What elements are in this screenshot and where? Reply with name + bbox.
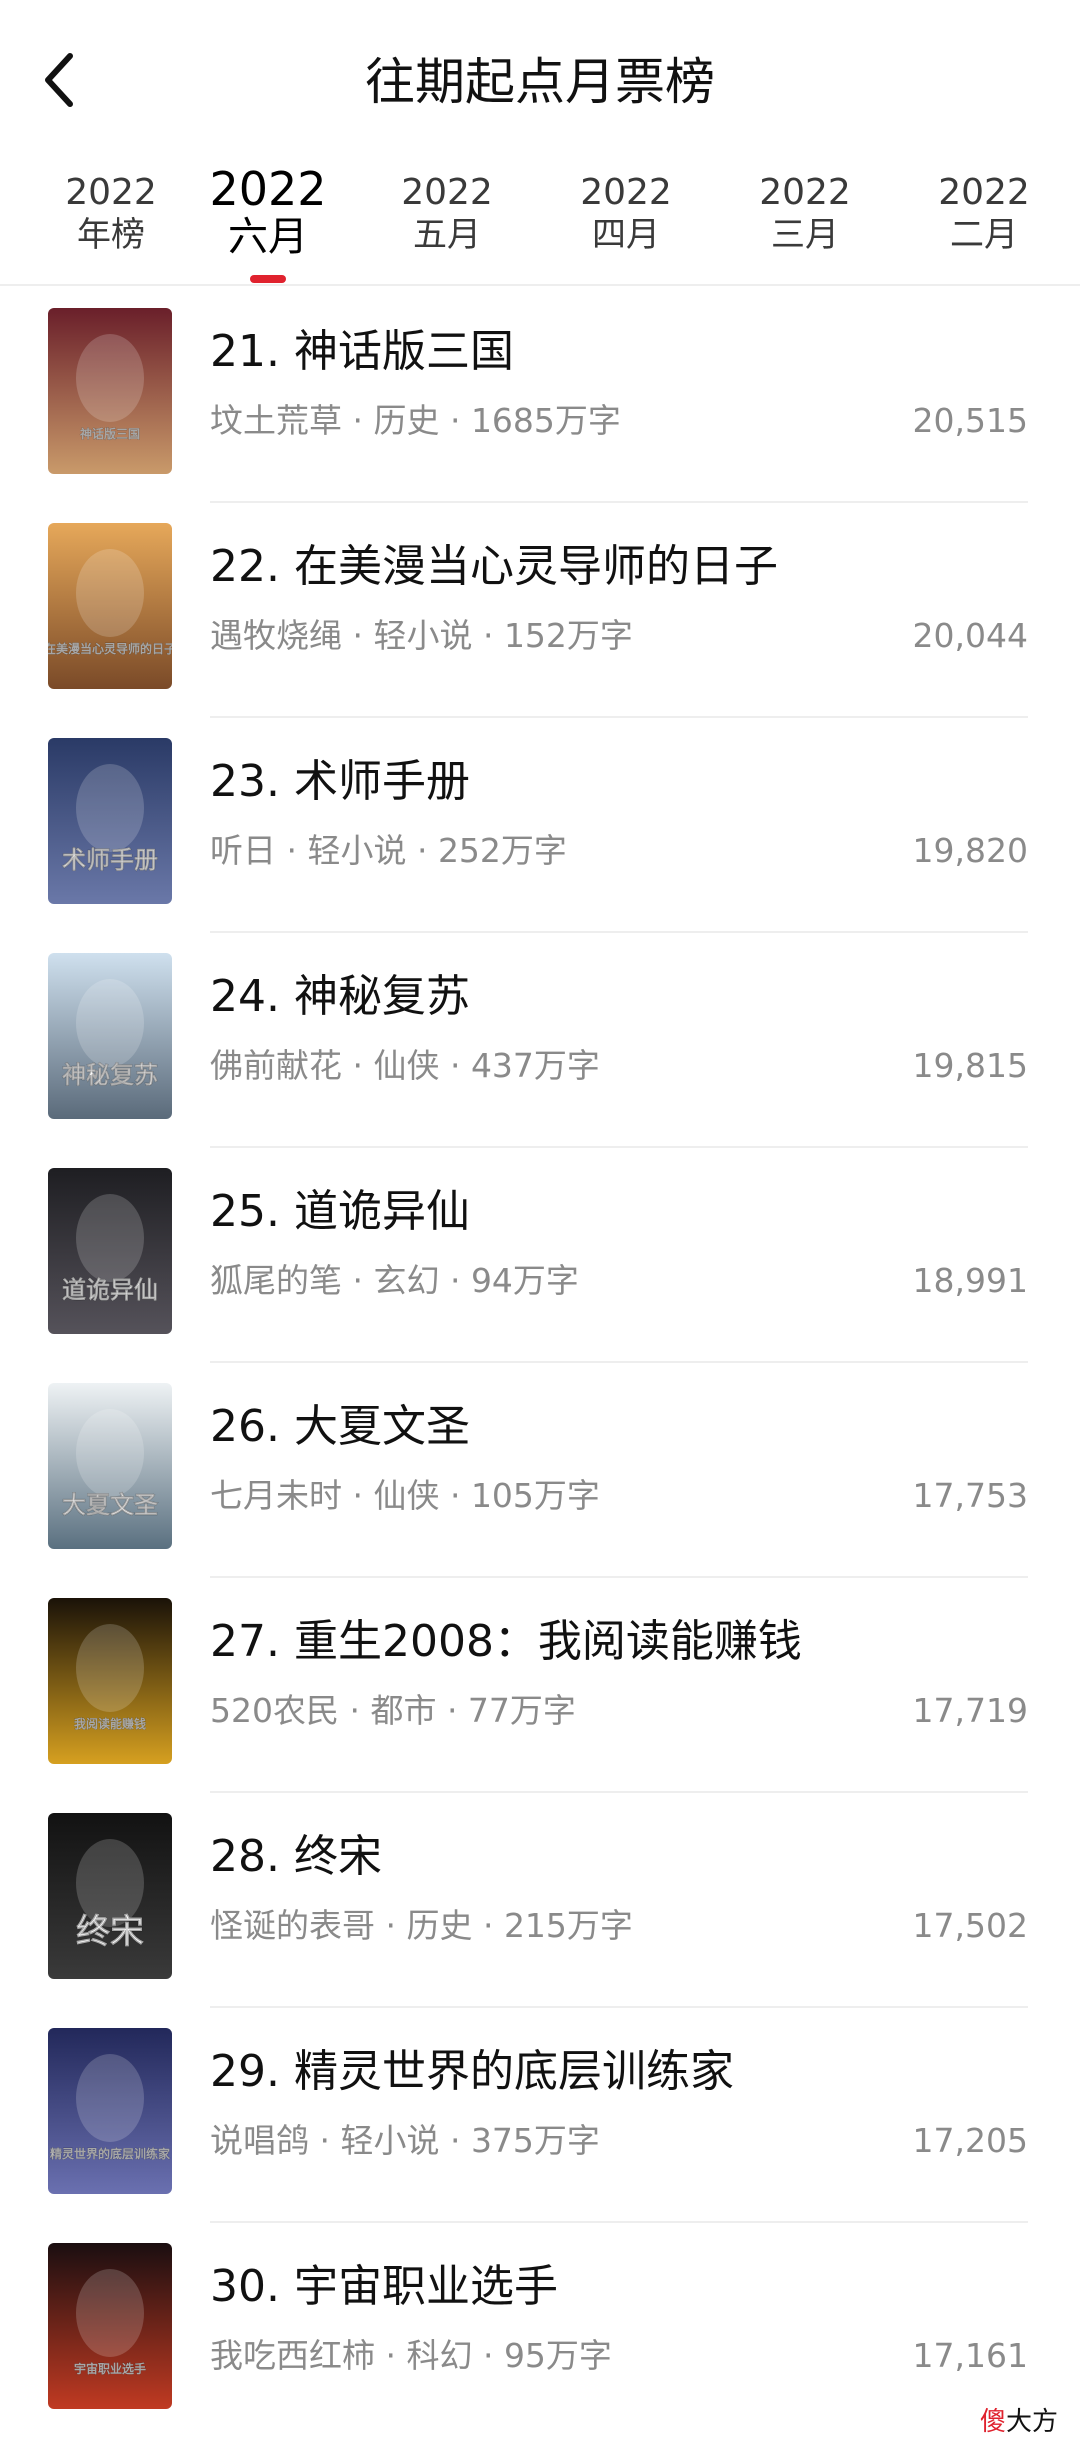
watermark-text: 大方 — [1005, 2407, 1058, 2437]
tab-2022-june[interactable]: 2022 六月 — [193, 150, 343, 286]
tab-month-label: 六月 — [228, 214, 308, 260]
book-row[interactable]: 道诡异仙 25. 道诡异仙狐尾的笔 · 玄幻 · 94万字 18,991 — [0, 1148, 1080, 1363]
cover-figure — [76, 2269, 144, 2357]
tab-year-label: 2022 — [938, 172, 1030, 213]
tab-month-label: 年榜 — [77, 215, 145, 255]
cover-figure — [76, 2054, 144, 2142]
cover-figure — [76, 1194, 144, 1282]
book-cover[interactable]: 在美漫当心灵导师的日子 — [48, 523, 172, 689]
book-meta: 佛前献花 · 仙侠 · 437万字 — [210, 1046, 600, 1085]
cover-figure — [76, 764, 144, 852]
book-title: 30. 宇宙职业选手 — [210, 2261, 558, 2312]
monthly-ticket-count: 20,515 — [912, 401, 1028, 440]
tab-2022-may[interactable]: 2022 五月 — [372, 150, 522, 286]
watermark-red-text: 傻 — [979, 2407, 1006, 2437]
book-row[interactable]: 终宋 28. 终宋怪诞的表哥 · 历史 · 215万字 17,502 — [0, 1793, 1080, 2008]
book-meta: 坟土荒草 · 历史 · 1685万字 — [210, 401, 621, 440]
book-cover[interactable]: 神话版三国 — [48, 308, 172, 474]
book-title: 29. 精灵世界的底层训练家 — [210, 2046, 734, 2097]
book-cover[interactable]: 我阅读能赚钱 — [48, 1598, 172, 1764]
cover-figure — [76, 334, 144, 422]
book-row[interactable]: 宇宙职业选手 30. 宇宙职业选手我吃西红柿 · 科幻 · 95万字 17,161 — [0, 2223, 1080, 2438]
book-title: 21. 神话版三国 — [210, 326, 514, 377]
book-title: 27. 重生2008：我阅读能赚钱 — [210, 1616, 802, 1667]
tab-year-label: 2022 — [401, 172, 493, 213]
monthly-ticket-count: 17,719 — [912, 1691, 1028, 1730]
tab-year-label: 2022 — [65, 172, 157, 213]
book-row[interactable]: 神话版三国 21. 神话版三国坟土荒草 · 历史 · 1685万字 20,515 — [0, 288, 1080, 503]
monthly-ticket-count: 17,753 — [912, 1476, 1028, 1515]
book-cover[interactable]: 神秘复苏 — [48, 953, 172, 1119]
tab-month-label: 二月 — [950, 215, 1018, 255]
book-title: 28. 终宋 — [210, 1831, 382, 1882]
monthly-ticket-count: 17,205 — [912, 2121, 1028, 2160]
book-cover[interactable]: 终宋 — [48, 1813, 172, 1979]
book-meta: 520农民 · 都市 · 77万字 — [210, 1691, 576, 1730]
tab-month-label: 四月 — [592, 215, 660, 255]
tab-year-label: 2022 — [209, 162, 327, 216]
tab-month-label: 五月 — [413, 215, 481, 255]
book-row[interactable]: 神秘复苏 24. 神秘复苏佛前献花 · 仙侠 · 437万字 19,815 — [0, 933, 1080, 1148]
cover-figure — [76, 1409, 144, 1497]
book-title: 26. 大夏文圣 — [210, 1401, 470, 1452]
cover-title-text: 宇宙职业选手 — [74, 2361, 146, 2376]
cover-title-text: 道诡异仙 — [62, 1276, 158, 1304]
book-cover[interactable]: 大夏文圣 — [48, 1383, 172, 1549]
tab-2022-february[interactable]: 2022 二月 — [909, 150, 1059, 286]
cover-title-text: 神秘复苏 — [62, 1061, 158, 1089]
book-title: 25. 道诡异仙 — [210, 1186, 470, 1237]
watermark: 傻大方 — [980, 2405, 1058, 2439]
cover-title-text: 精灵世界的底层训练家 — [50, 2146, 171, 2161]
tab-year-label: 2022 — [580, 172, 672, 213]
cover-title-text: 终宋 — [76, 1912, 144, 1952]
book-meta: 说唱鸽 · 轻小说 · 375万字 — [210, 2121, 600, 2160]
book-row[interactable]: 精灵世界的底层训练家 29. 精灵世界的底层训练家说唱鸽 · 轻小说 · 375万… — [0, 2008, 1080, 2223]
tab-month-label: 三月 — [771, 215, 839, 255]
book-meta: 听日 · 轻小说 · 252万字 — [210, 831, 567, 870]
tab-2022-annual[interactable]: 2022 年榜 — [36, 150, 186, 286]
cover-title-text: 大夏文圣 — [62, 1491, 159, 1519]
book-meta: 七月未时 · 仙侠 · 105万字 — [210, 1476, 600, 1515]
book-cover[interactable]: 术师手册 — [48, 738, 172, 904]
book-row[interactable]: 术师手册 23. 术师手册听日 · 轻小说 · 252万字 19,820 — [0, 718, 1080, 933]
monthly-ticket-count: 19,820 — [912, 831, 1028, 870]
book-cover[interactable]: 精灵世界的底层训练家 — [48, 2028, 172, 2194]
cover-title-text: 神话版三国 — [80, 426, 140, 441]
monthly-ticket-count: 18,991 — [912, 1261, 1028, 1300]
monthly-ticket-count: 17,161 — [912, 2336, 1028, 2375]
cover-title-text: 我阅读能赚钱 — [74, 1716, 146, 1731]
tab-2022-march[interactable]: 2022 三月 — [730, 150, 880, 286]
cover-figure — [76, 979, 144, 1067]
book-cover[interactable]: 宇宙职业选手 — [48, 2243, 172, 2409]
book-row[interactable]: 大夏文圣 26. 大夏文圣七月未时 · 仙侠 · 105万字 17,753 — [0, 1363, 1080, 1578]
cover-title-text: 术师手册 — [62, 846, 158, 874]
book-title: 24. 神秘复苏 — [210, 971, 470, 1022]
book-title: 23. 术师手册 — [210, 756, 470, 807]
book-cover[interactable]: 道诡异仙 — [48, 1168, 172, 1334]
monthly-ticket-count: 19,815 — [912, 1046, 1028, 1085]
cover-figure — [76, 1624, 144, 1712]
book-row[interactable]: 在美漫当心灵导师的日子 22. 在美漫当心灵导师的日子遇牧烧绳 · 轻小说 · 1… — [0, 503, 1080, 718]
header-bar: 往期起点月票榜 — [0, 0, 1080, 150]
monthly-ticket-count: 20,044 — [912, 616, 1028, 655]
book-title: 22. 在美漫当心灵导师的日子 — [210, 541, 778, 592]
book-meta: 狐尾的笔 · 玄幻 · 94万字 — [210, 1261, 579, 1300]
book-meta: 怪诞的表哥 · 历史 · 215万字 — [210, 1906, 633, 1945]
tab-2022-april[interactable]: 2022 四月 — [551, 150, 701, 286]
monthly-ticket-count: 17,502 — [912, 1906, 1028, 1945]
book-meta: 我吃西红柿 · 科幻 · 95万字 — [210, 2336, 612, 2375]
tab-year-label: 2022 — [759, 172, 851, 213]
cover-figure — [76, 549, 144, 637]
book-meta: 遇牧烧绳 · 轻小说 · 152万字 — [210, 616, 633, 655]
cover-title-text: 在美漫当心灵导师的日子 — [48, 641, 172, 656]
active-tab-indicator — [250, 275, 286, 283]
page-title: 往期起点月票榜 — [365, 53, 715, 111]
month-tabs: 2022 年榜 2022 六月 2022 五月 2022 四月 2022 三月 … — [0, 150, 1080, 286]
book-row[interactable]: 我阅读能赚钱 27. 重生2008：我阅读能赚钱 520农民 · 都市 · 77万字… — [0, 1578, 1080, 1793]
